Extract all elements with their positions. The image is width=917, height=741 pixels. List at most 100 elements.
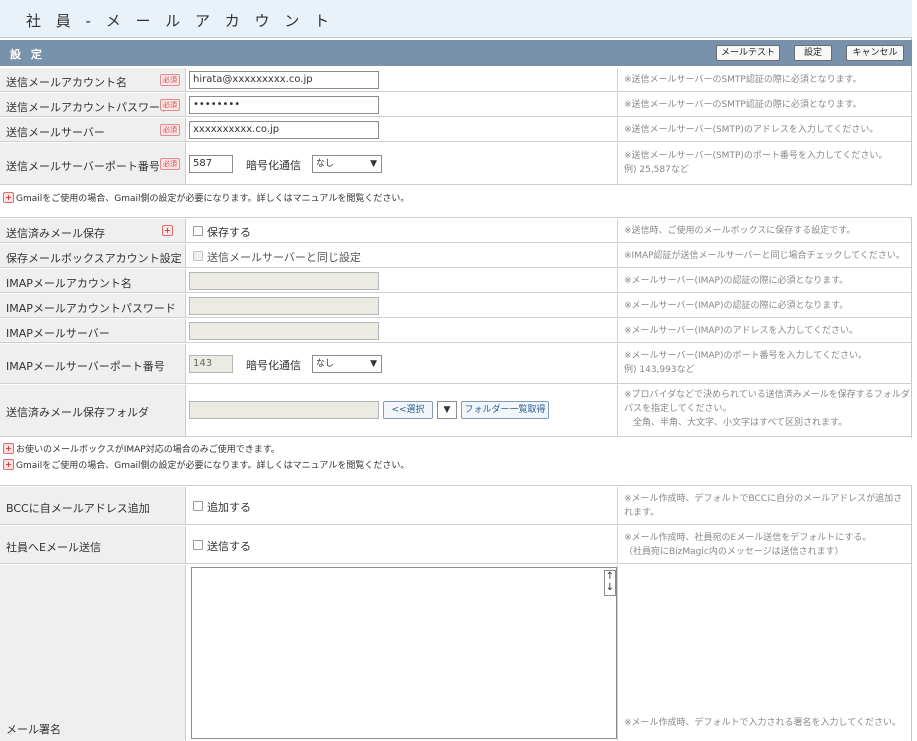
send-port-input[interactable]: 587 <box>189 155 233 173</box>
send-account-note: ※送信メールサーバーのSMTP認証の際に必須となります。 <box>624 75 862 85</box>
imap-port-note-2: 例) 143,993など <box>624 365 695 375</box>
send-account-label: 送信メールアカウント名 <box>6 76 127 89</box>
chevron-down-icon: ▼ <box>370 159 377 169</box>
signature-label: メール署名 <box>6 723 61 736</box>
row-label-cell: 送信済みメール保存フォルダ <box>0 385 186 436</box>
row-input-cell: 送信する <box>186 526 618 563</box>
send-password-note: ※送信メールサーバーのSMTP認証の際に必須となります。 <box>624 100 862 110</box>
row-send-password: 送信メールアカウントパスワード 必須 •••••••• ※送信メールサーバーのS… <box>0 93 912 117</box>
employee-email-note-2: （社員宛にBizMagic内のメッセージは送信されます） <box>624 547 844 557</box>
row-send-server: 送信メールサーバー 必須 xxxxxxxxxx.co.jp ※送信メールサーバー… <box>0 118 912 142</box>
row-sent-folder: 送信済みメール保存フォルダ <<選択 ▼ フォルダー一覧取得 ※プロバイダなどで… <box>0 385 912 437</box>
info-imap-text: お使いのメールボックスがIMAP対応の場合のみご使用できます。 <box>16 445 280 455</box>
save-button[interactable]: 設定 <box>794 45 832 61</box>
row-send-account: 送信メールアカウント名 必須 hirata@xxxxxxxxx.co.jp ※送… <box>0 68 912 92</box>
sent-save-note: ※送信時、ご使用のメールボックスに保存する設定です。 <box>624 226 856 236</box>
info-gmail-text-1: Gmailをご使用の場合、Gmail側の設定が必要になります。詳しくはマニュアル… <box>16 194 410 204</box>
imap-password-input[interactable] <box>189 297 379 315</box>
sent-box-account-label: 保存メールボックスアカウント設定 <box>6 252 182 265</box>
employee-email-note-1: ※メール作成時、社員宛のEメール送信をデフォルトにする。 <box>624 533 872 543</box>
row-label-cell: 保存メールボックスアカウント設定 <box>0 244 186 267</box>
info-icon: + <box>162 225 173 236</box>
send-encryption-value: なし <box>316 159 335 169</box>
signature-note: ※メール作成時、デフォルトで入力される署名を入力してください。 <box>624 718 902 728</box>
row-input-cell: 143 暗号化通信 なし ▼ <box>186 344 618 383</box>
sent-save-checkbox-label: 保存する <box>207 226 251 239</box>
required-badge: 必須 <box>160 158 180 170</box>
row-label-cell: 社員へEメール送信 <box>0 526 186 563</box>
row-imap-port: IMAPメールサーバーポート番号 143 暗号化通信 なし ▼ ※メールサーバー… <box>0 344 912 384</box>
employee-email-checkbox-label: 送信する <box>207 540 251 553</box>
imap-server-input[interactable] <box>189 322 379 340</box>
row-sent-box-account: 保存メールボックスアカウント設定 送信メールサーバーと同じ設定 ※IMAP認証が… <box>0 244 912 268</box>
send-port-label: 送信メールサーバーポート番号 <box>6 160 160 173</box>
info-icon: + <box>3 443 14 454</box>
send-encryption-label: 暗号化通信 <box>246 159 301 172</box>
row-label-cell: 送信メールアカウント名 必須 <box>0 68 186 91</box>
row-label-cell: IMAPメールサーバー <box>0 319 186 342</box>
row-input-cell: 587 暗号化通信 なし ▼ <box>186 143 618 184</box>
row-imap-server: IMAPメールサーバー ※メールサーバー(IMAP)のアドレスを入力してください… <box>0 319 912 343</box>
required-badge: 必須 <box>160 124 180 136</box>
imap-account-note: ※メールサーバー(IMAP)の認証の際に必須となります。 <box>624 276 849 286</box>
row-input-cell: 追加する <box>186 487 618 524</box>
row-input-cell <box>186 319 618 342</box>
section-title: 設 定 <box>10 48 45 61</box>
fetch-folders-button[interactable]: フォルダー一覧取得 <box>461 401 549 419</box>
sent-folder-input[interactable] <box>189 401 379 419</box>
row-label-cell: メール署名 <box>0 565 186 741</box>
send-port-note-2: 例) 25,587など <box>624 165 689 175</box>
sent-folder-note-3: 全角、半角、大文字、小文字はすべて区別されます。 <box>624 418 848 428</box>
send-password-label: 送信メールアカウントパスワード <box>6 101 171 114</box>
bcc-self-note-2: れます。 <box>624 508 660 518</box>
row-sent-save: 送信済みメール保存 + 保存する ※送信時、ご使用のメールボックスに保存する設定… <box>0 219 912 243</box>
same-as-send-checkbox[interactable] <box>193 251 203 261</box>
employee-email-checkbox[interactable] <box>193 540 203 550</box>
row-input-cell: •••••••• <box>186 93 618 116</box>
resize-icon[interactable]: ↑ ↓ <box>604 570 616 596</box>
row-bcc-self: BCCに自メールアドレス追加 追加する ※メール作成時、デフォルトでBCCに自分… <box>0 487 912 525</box>
info-gmail-block-1: + Gmailをご使用の場合、Gmail側の設定が必要になります。詳しくはマニュ… <box>0 186 912 218</box>
imap-account-label: IMAPメールアカウント名 <box>6 277 132 290</box>
row-input-cell <box>186 269 618 292</box>
imap-encryption-label: 暗号化通信 <box>246 359 301 372</box>
mail-test-button[interactable]: メールテスト <box>716 45 780 61</box>
folder-dropdown[interactable]: ▼ <box>437 401 457 419</box>
info-imap-block: + お使いのメールボックスがIMAP対応の場合のみご使用できます。 + Gmai… <box>0 438 912 486</box>
info-icon: + <box>3 192 14 203</box>
imap-account-input[interactable] <box>189 272 379 290</box>
imap-port-input[interactable]: 143 <box>189 355 233 373</box>
row-input-cell: hirata@xxxxxxxxx.co.jp <box>186 68 618 91</box>
send-server-input[interactable]: xxxxxxxxxx.co.jp <box>189 121 379 139</box>
signature-textarea[interactable] <box>191 567 617 739</box>
sent-folder-label: 送信済みメール保存フォルダ <box>6 406 149 419</box>
row-label-cell: 送信済みメール保存 + <box>0 219 186 242</box>
send-password-input[interactable]: •••••••• <box>189 96 379 114</box>
arrow-up-icon: ↑ <box>605 571 615 582</box>
send-port-note-1: ※送信メールサーバー(SMTP)のポート番号を入力してください。 <box>624 151 888 161</box>
row-employee-email: 社員へEメール送信 送信する ※メール作成時、社員宛のEメール送信をデフォルトに… <box>0 526 912 564</box>
imap-server-label: IMAPメールサーバー <box>6 327 110 340</box>
row-imap-password: IMAPメールアカウントパスワード ※メールサーバー(IMAP)の認証の際に必須… <box>0 294 912 318</box>
row-label-cell: 送信メールサーバー 必須 <box>0 118 186 141</box>
send-account-input[interactable]: hirata@xxxxxxxxx.co.jp <box>189 71 379 89</box>
row-label-cell: IMAPメールアカウントパスワード <box>0 294 186 317</box>
required-badge: 必須 <box>160 74 180 86</box>
imap-port-label: IMAPメールサーバーポート番号 <box>6 360 165 373</box>
section-header: 設 定 メールテスト 設定 キャンセル <box>0 40 912 66</box>
sent-save-checkbox[interactable] <box>193 226 203 236</box>
send-server-note: ※送信メールサーバー(SMTP)のアドレスを入力してください。 <box>624 125 879 135</box>
title-bar: 社 員 - メ ー ル ア カ ウ ン ト <box>0 0 912 38</box>
row-send-port: 送信メールサーバーポート番号 必須 587 暗号化通信 なし ▼ ※送信メールサ… <box>0 143 912 185</box>
folder-select-button[interactable]: <<選択 <box>383 401 433 419</box>
imap-encryption-select[interactable]: なし ▼ <box>312 355 382 373</box>
info-gmail-text-2: Gmailをご使用の場合、Gmail側の設定が必要になります。詳しくはマニュアル… <box>16 461 410 471</box>
cancel-button[interactable]: キャンセル <box>846 45 904 61</box>
bcc-self-checkbox[interactable] <box>193 501 203 511</box>
chevron-down-icon: ▼ <box>370 359 377 369</box>
row-input-cell: <<選択 ▼ フォルダー一覧取得 <box>186 385 618 436</box>
info-icon: + <box>3 459 14 470</box>
page-title: 社 員 - メ ー ル ア カ ウ ン ト <box>26 12 335 30</box>
imap-port-note-1: ※メールサーバー(IMAP)のポート番号を入力してください。 <box>624 351 867 361</box>
send-encryption-select[interactable]: なし ▼ <box>312 155 382 173</box>
